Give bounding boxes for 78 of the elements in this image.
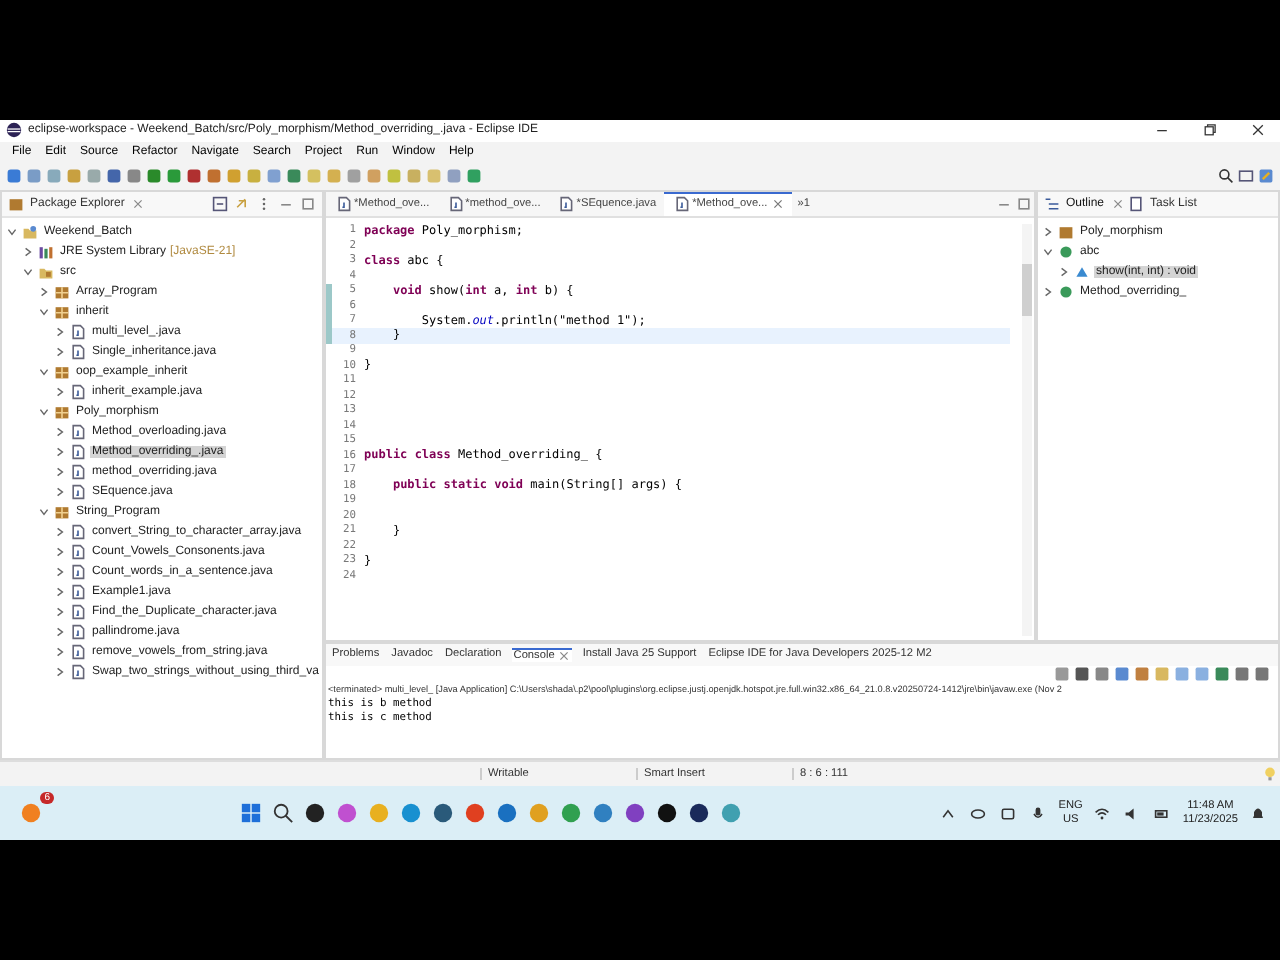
- chevron-up-icon[interactable]: [940, 805, 957, 822]
- chevron-icon[interactable]: [54, 625, 66, 638]
- chevron-icon[interactable]: [54, 385, 66, 398]
- java-file-icon: [70, 483, 86, 500]
- chevron-icon[interactable]: [54, 325, 66, 338]
- chevron-icon[interactable]: [1042, 225, 1054, 238]
- chevron-icon[interactable]: [54, 565, 66, 578]
- search-icon[interactable]: [271, 802, 294, 825]
- package-icon: [54, 283, 70, 300]
- app-icon[interactable]: [687, 802, 710, 825]
- weather-icon[interactable]: [20, 802, 42, 825]
- class-icon: [1058, 243, 1074, 260]
- java-file-icon: [70, 563, 86, 580]
- battery-icon[interactable]: [1154, 805, 1171, 822]
- java-file-icon: [70, 423, 86, 440]
- maximize-icon[interactable]: [1016, 195, 1032, 212]
- app-icon[interactable]: [655, 802, 678, 825]
- chevron-icon[interactable]: [54, 425, 66, 438]
- chevron-icon[interactable]: [1042, 285, 1054, 298]
- method-icon: [1074, 263, 1090, 280]
- chevron-icon[interactable]: [38, 305, 50, 318]
- chevron-icon[interactable]: [38, 405, 50, 418]
- java-file-icon: [70, 323, 86, 340]
- project-icon: [22, 223, 38, 240]
- library-icon: [38, 243, 54, 260]
- chevron-icon[interactable]: [54, 445, 66, 458]
- java-file-icon: [70, 523, 86, 540]
- restore-icon[interactable]: [1202, 122, 1218, 139]
- java-file-icon: [70, 383, 86, 400]
- chevron-icon[interactable]: [54, 345, 66, 358]
- package-icon: [54, 503, 70, 520]
- chevron-icon[interactable]: [54, 605, 66, 618]
- class-icon: [1058, 283, 1074, 300]
- java-file-icon: [70, 463, 86, 480]
- java-perspective-icon[interactable]: [1258, 168, 1274, 185]
- chevron-icon[interactable]: [22, 265, 34, 278]
- chevron-icon[interactable]: [54, 665, 66, 678]
- chevron-icon[interactable]: [22, 245, 34, 258]
- start-icon[interactable]: [239, 802, 262, 825]
- chevron-icon[interactable]: [6, 225, 18, 238]
- package-icon: [54, 303, 70, 320]
- microphone-icon[interactable]: [1030, 805, 1047, 822]
- chevron-icon[interactable]: [54, 585, 66, 598]
- maximize-icon[interactable]: [300, 195, 316, 212]
- chevron-icon[interactable]: [38, 365, 50, 378]
- source-folder-icon: [38, 263, 54, 280]
- notification-bell-icon[interactable]: [1250, 805, 1266, 822]
- java-file-icon: [70, 583, 86, 600]
- close-icon[interactable]: [1250, 122, 1266, 139]
- app-icon[interactable]: [303, 802, 326, 825]
- chevron-icon[interactable]: [38, 505, 50, 518]
- chevron-icon[interactable]: [1058, 265, 1070, 278]
- collapse-all-icon[interactable]: [212, 195, 228, 212]
- wifi-icon[interactable]: [1094, 805, 1111, 822]
- chevron-icon[interactable]: [54, 645, 66, 658]
- chevron-icon[interactable]: [54, 525, 66, 538]
- scrollbar[interactable]: [1022, 223, 1032, 636]
- package-icon: [54, 363, 70, 380]
- package-icon: [1058, 223, 1074, 240]
- search-icon[interactable]: [1218, 168, 1234, 185]
- java-file-icon: [70, 443, 86, 460]
- chevron-icon[interactable]: [38, 285, 50, 298]
- java-file-icon: [674, 196, 691, 213]
- java-file-icon: [70, 603, 86, 620]
- outline-icon: [1044, 195, 1060, 212]
- chevron-icon[interactable]: [54, 485, 66, 498]
- java-file-icon: [70, 663, 86, 680]
- chevron-icon[interactable]: [54, 465, 66, 478]
- java-file-icon: [70, 543, 86, 560]
- app-icon[interactable]: [431, 802, 454, 825]
- java-file-icon: [70, 623, 86, 640]
- chevron-icon[interactable]: [54, 545, 66, 558]
- package-icon: [54, 403, 70, 420]
- package-icon: [8, 195, 24, 212]
- chevron-icon[interactable]: [1042, 245, 1054, 258]
- java-file-icon: [70, 643, 86, 660]
- perspective-icon[interactable]: [1238, 168, 1254, 185]
- java-file-icon: [70, 343, 86, 360]
